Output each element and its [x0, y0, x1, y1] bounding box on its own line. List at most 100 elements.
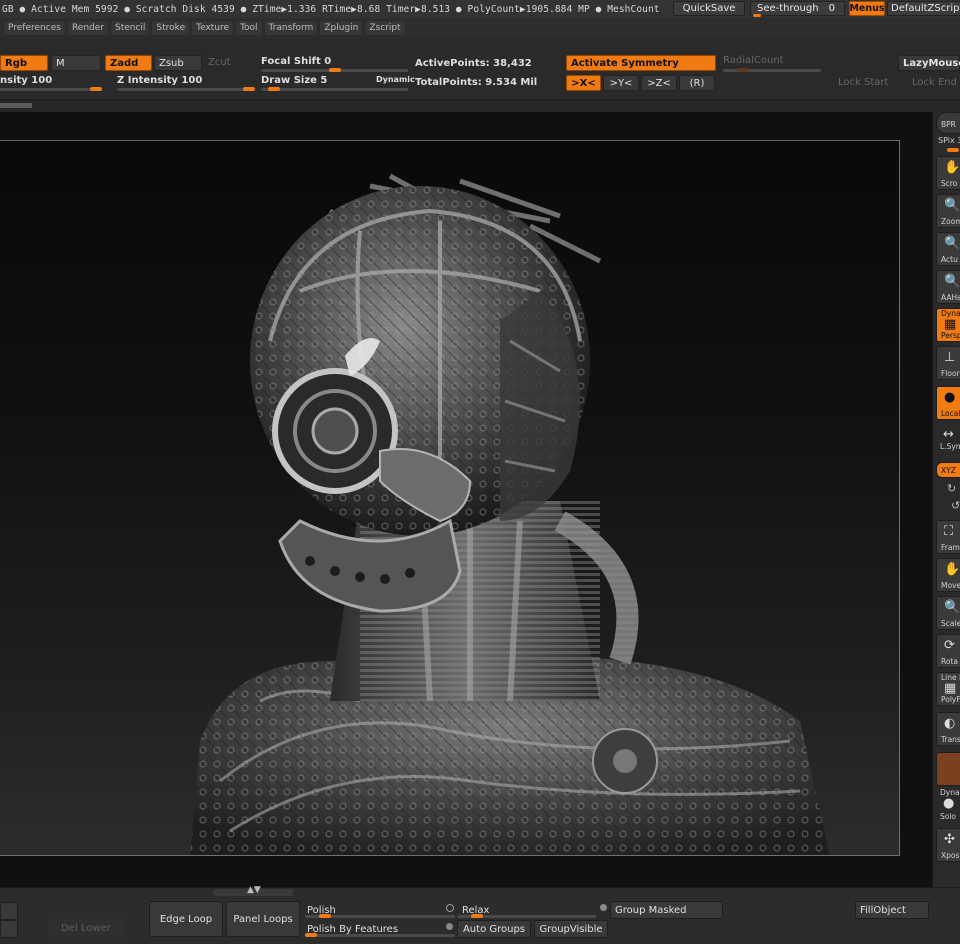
zadd-button[interactable]: Zadd — [105, 55, 152, 71]
del-lower-button[interactable]: Del Lower — [48, 919, 124, 937]
m-button[interactable]: M — [51, 55, 101, 71]
draw-size-value: 5 — [320, 75, 328, 86]
aahalf-button[interactable]: 🔍 AAHa — [936, 270, 960, 304]
zcut-button[interactable]: Zcut — [208, 57, 231, 68]
see-through-label: See-through — [757, 3, 819, 14]
rgb-intensity-track — [0, 88, 102, 91]
x-axis-button[interactable]: >X< — [566, 75, 601, 91]
draw-size-label: Draw Size — [261, 75, 317, 86]
lazy-mouse-button[interactable]: LazyMouse — [898, 55, 960, 71]
zoom-button[interactable]: 🔍 Zoom — [936, 194, 960, 228]
prev-button[interactable] — [0, 902, 18, 920]
edge-loop-button[interactable]: Edge Loop — [149, 901, 223, 937]
frame-icon: ⛶ — [944, 524, 954, 539]
lsym-button[interactable]: ↔ L.Sym — [936, 424, 960, 452]
rotate-z-icon[interactable]: ↺ — [951, 499, 960, 512]
see-through-slider[interactable]: See-through 0 — [750, 1, 845, 17]
polygrid-icon: ▦ — [944, 681, 957, 696]
scroll-button[interactable]: ✋ Scro — [936, 156, 960, 190]
menu-zplugin[interactable]: Zplugin — [319, 20, 364, 36]
default-zscript-button[interactable]: DefaultZScript — [887, 1, 960, 16]
quicksave-button[interactable]: QuickSave — [673, 1, 745, 16]
lock-start-button[interactable]: Lock Start — [838, 77, 888, 88]
scale-label: Scale — [941, 619, 960, 628]
menu-render[interactable]: Render — [66, 20, 109, 36]
menu-transform[interactable]: Transform — [263, 20, 319, 36]
polish-circle-icon[interactable] — [446, 904, 454, 912]
local-button[interactable]: ● Local — [936, 386, 960, 420]
bottom-shelf-handle[interactable]: ▲▼ — [213, 885, 293, 896]
rotate-y-icon[interactable]: ↻ — [947, 482, 956, 495]
menu-zscript[interactable]: Zscript — [364, 20, 406, 36]
persp-label: Persp — [941, 331, 960, 340]
next-button[interactable] — [0, 920, 18, 938]
polyf-button[interactable]: Line F ▦ PolyF — [936, 672, 960, 706]
auto-groups-button[interactable]: Auto Groups — [457, 920, 531, 938]
canvas-top-border — [0, 140, 900, 141]
menu-stroke[interactable]: Stroke — [151, 20, 191, 36]
radial-axis-button[interactable]: (R) — [679, 75, 715, 91]
rotate-button[interactable]: ⟳ Rota — [936, 634, 960, 668]
radial-count-level — [737, 68, 749, 72]
menu-bar: Preferences Render Stencil Stroke Textur… — [0, 18, 960, 38]
group-visible-button[interactable]: GroupVisible — [534, 920, 608, 938]
scale-button[interactable]: 🔍 Scale — [936, 596, 960, 630]
z-intensity-slider[interactable]: Z Intensity 100 — [117, 75, 202, 86]
xyz-rotate-button[interactable]: XYZ — [936, 462, 960, 478]
menu-texture[interactable]: Texture — [191, 20, 235, 36]
xpose-button[interactable]: ✣ Xpos — [936, 828, 960, 862]
z-intensity-level — [243, 87, 255, 91]
fill-object-button[interactable]: FillObject — [855, 901, 929, 919]
spix-label: SPix — [938, 136, 955, 145]
persp-button[interactable]: Dynam ▦ Persp — [936, 308, 960, 342]
menu-tool[interactable]: Tool — [235, 20, 263, 36]
menu-preferences[interactable]: Preferences — [3, 20, 66, 36]
bottom-shelf: ▲▼ Del Lower Edge Loop Panel Loops Polis… — [0, 885, 960, 944]
cyborg-model-render — [190, 173, 830, 855]
solo-button[interactable]: Dyna ● Solo — [936, 788, 960, 822]
status-bar: GB ● Active Mem 5992 ● Scratch Disk 4539… — [0, 0, 960, 18]
draw-size-slider[interactable]: Draw Size 5 — [261, 75, 327, 86]
menu-stencil[interactable]: Stencil — [109, 20, 151, 36]
rotate-icon: ⟳ — [944, 638, 955, 653]
xyz-label: XYZ — [941, 466, 956, 475]
y-axis-button[interactable]: >Y< — [603, 75, 639, 91]
rgb-button[interactable]: Rgb — [0, 55, 48, 71]
frame-label: Fram — [941, 543, 960, 552]
solo-icon: ● — [943, 796, 955, 811]
focal-shift-level — [328, 68, 341, 72]
document-viewport[interactable] — [0, 112, 932, 887]
symmetry-icon: ↔ — [943, 427, 954, 442]
menus-button[interactable]: Menus — [849, 1, 885, 16]
ghost-button[interactable] — [936, 752, 960, 786]
actual-button[interactable]: 🔍 Actu — [936, 232, 960, 266]
xpose-icon: ✣ — [944, 832, 955, 847]
z-intensity-value: 100 — [181, 75, 203, 86]
lock-end-button[interactable]: Lock End — [912, 77, 957, 88]
frame-button[interactable]: ⛶ Fram — [936, 520, 960, 554]
rgb-intensity-level — [90, 87, 102, 91]
focal-shift-slider[interactable]: Focal Shift 0 — [261, 56, 331, 67]
relax-dot-icon[interactable] — [600, 904, 607, 911]
floor-button[interactable]: ⊥ Floor — [936, 346, 960, 380]
sub-shelf — [0, 100, 960, 112]
move-button[interactable]: ✋ Move — [936, 558, 960, 592]
radial-count-slider[interactable]: RadialCount — [723, 55, 784, 66]
spix-slider[interactable]: SPix 3 — [938, 136, 960, 145]
polish-by-features-dot-icon[interactable] — [446, 923, 453, 930]
rgb-intensity-slider[interactable]: nsity 100 — [0, 75, 52, 86]
z-intensity-track — [117, 88, 255, 91]
group-masked-button[interactable]: Group Masked — [610, 901, 723, 919]
sub-shelf-scroll-handle[interactable] — [0, 103, 32, 108]
scroll-label: Scro — [941, 179, 958, 188]
bpr-button[interactable]: BPR — [936, 112, 960, 134]
zsub-button[interactable]: Zsub — [154, 55, 202, 71]
z-axis-button[interactable]: >Z< — [641, 75, 677, 91]
panel-loops-button[interactable]: Panel Loops — [226, 901, 300, 937]
dynamic-toggle[interactable]: Dynamic — [376, 75, 415, 84]
rotate-label: Rota — [941, 657, 958, 666]
see-through-level — [753, 14, 761, 17]
activate-symmetry-button[interactable]: Activate Symmetry — [566, 55, 716, 71]
canvas[interactable] — [0, 140, 900, 856]
transp-button[interactable]: ◐ Trans — [936, 712, 960, 746]
